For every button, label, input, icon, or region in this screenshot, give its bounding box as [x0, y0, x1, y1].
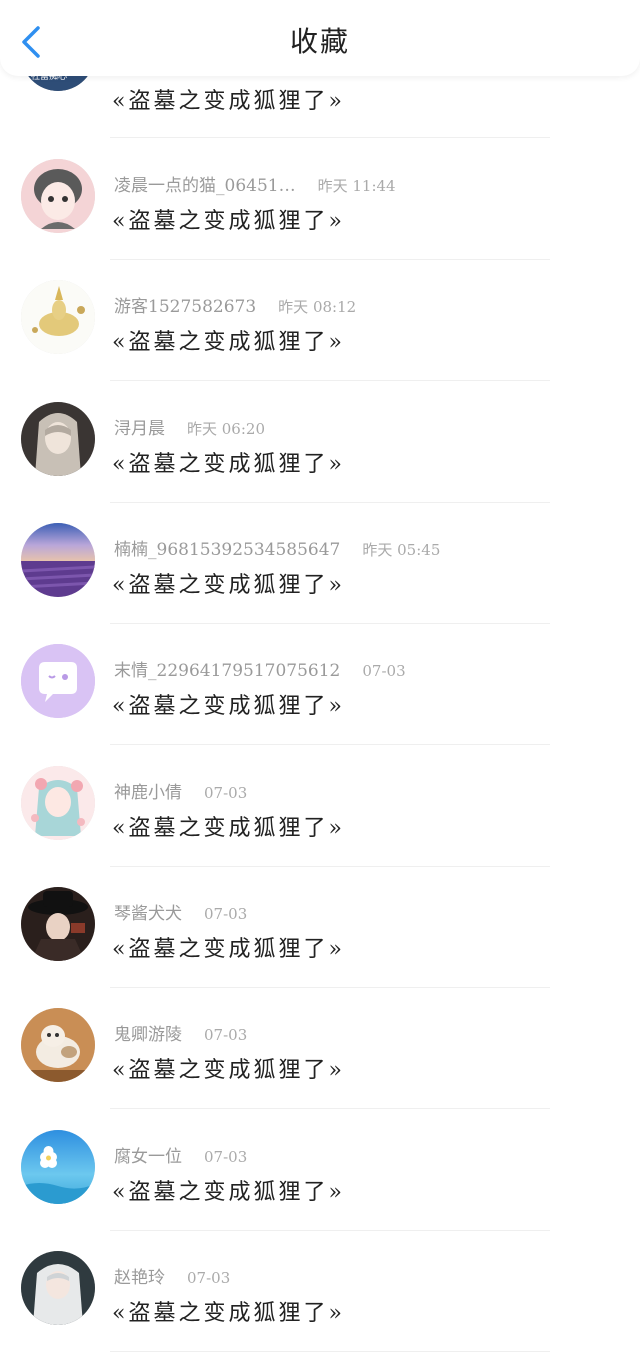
- username[interactable]: 腐女一位: [114, 1147, 182, 1167]
- item-meta: 游客1527582673 昨天 08:12: [114, 292, 356, 317]
- item-meta: 神鹿小倩 07-03: [114, 778, 247, 803]
- divider: [110, 1108, 550, 1109]
- book-title: «盗墓之变成狐狸了»: [112, 209, 345, 234]
- list-item[interactable]: 凌晨一点的猫_06451… 昨天 11:44 «盗墓之变成狐狸了»: [0, 139, 640, 260]
- list-item[interactable]: 神鹿小倩 07-03 «盗墓之变成狐狸了»: [0, 746, 640, 867]
- avatar: [21, 523, 95, 597]
- username[interactable]: 楠楠_96815392534585647: [114, 540, 340, 560]
- item-meta: 琴酱犬犬 07-03: [114, 899, 247, 924]
- list-item[interactable]: 末情_22964179517075612 07-03 «盗墓之变成狐狸了»: [0, 624, 640, 745]
- item-meta: 浔月晨 昨天 06:20: [114, 414, 265, 439]
- list-item[interactable]: 楠楠_96815392534585647 昨天 05:45 «盗墓之变成狐狸了»: [0, 503, 640, 624]
- divider: [110, 137, 550, 138]
- username[interactable]: 鬼卿游陵: [114, 1025, 182, 1045]
- list-item[interactable]: 鬼卿游陵 07-03 «盗墓之变成狐狸了»: [0, 988, 640, 1109]
- avatar: [21, 766, 95, 840]
- avatar: [21, 1008, 95, 1082]
- timestamp: 07-03: [187, 1269, 231, 1287]
- list-item[interactable]: 游客1527582673 昨天 08:12 «盗墓之变成狐狸了»: [0, 260, 640, 381]
- timestamp: 昨天 08:12: [278, 298, 357, 316]
- book-title: «盗墓之变成狐狸了»: [112, 816, 345, 841]
- page-title: 收藏: [289, 25, 350, 58]
- item-meta: 凌晨一点的猫_06451… 昨天 11:44: [114, 171, 396, 196]
- book-title: «盗墓之变成狐狸了»: [112, 1301, 345, 1326]
- username[interactable]: 游客1527582673: [114, 297, 256, 317]
- avatar: [21, 1251, 95, 1325]
- book-title: «盗墓之变成狐狸了»: [112, 694, 345, 719]
- list-item[interactable]: 赵艳玲 07-03 «盗墓之变成狐狸了»: [0, 1231, 640, 1352]
- timestamp: 昨天 05:45: [362, 541, 441, 559]
- username[interactable]: 末情_22964179517075612: [114, 661, 340, 681]
- timestamp: 07-03: [204, 1026, 248, 1044]
- book-title: «盗墓之变成狐狸了»: [112, 1058, 345, 1083]
- book-title: «盗墓之变成狐狸了»: [112, 937, 345, 962]
- item-meta: 腐女一位 07-03: [114, 1142, 247, 1167]
- item-meta: 楠楠_96815392534585647 昨天 05:45: [114, 535, 440, 560]
- avatar: [21, 280, 95, 354]
- timestamp: 07-03: [362, 662, 406, 680]
- timestamp: 07-03: [204, 905, 248, 923]
- avatar: [21, 887, 95, 961]
- username[interactable]: 凌晨一点的猫_06451…: [114, 176, 296, 196]
- list-item[interactable]: 浔月晨 昨天 06:20 «盗墓之变成狐狸了»: [0, 382, 640, 503]
- book-title: «盗墓之变成狐狸了»: [112, 330, 345, 355]
- book-title: «盗墓之变成狐狸了»: [112, 1180, 345, 1205]
- list-item[interactable]: 腐女一位 07-03 «盗墓之变成狐狸了»: [0, 1110, 640, 1231]
- timestamp: 昨天 06:20: [187, 420, 265, 438]
- list-item[interactable]: 琴酱犬犬 07-03 «盗墓之变成狐狸了»: [0, 867, 640, 988]
- username[interactable]: 神鹿小倩: [114, 783, 182, 803]
- top-bar: 收藏: [0, 0, 640, 76]
- username[interactable]: 琴酱犬犬: [114, 904, 182, 924]
- item-meta: 赵艳玲 07-03: [114, 1263, 230, 1288]
- book-title: «盗墓之变成狐狸了»: [112, 452, 345, 477]
- timestamp: 07-03: [204, 784, 248, 802]
- book-title: «盗墓之变成狐狸了»: [112, 573, 345, 598]
- divider: [110, 380, 550, 381]
- username[interactable]: 赵艳玲: [114, 1268, 165, 1288]
- avatar: [21, 644, 95, 718]
- avatar: [21, 159, 95, 233]
- divider: [110, 1351, 550, 1352]
- username[interactable]: 浔月晨: [114, 419, 165, 439]
- item-meta: 鬼卿游陵 07-03: [114, 1020, 247, 1045]
- avatar: [21, 1130, 95, 1204]
- timestamp: 07-03: [204, 1148, 248, 1166]
- timestamp: 昨天 11:44: [317, 177, 396, 195]
- avatar: [21, 402, 95, 476]
- item-meta: 末情_22964179517075612 07-03: [114, 656, 406, 681]
- book-title: «盗墓之变成狐狸了»: [112, 89, 345, 114]
- divider: [110, 744, 550, 745]
